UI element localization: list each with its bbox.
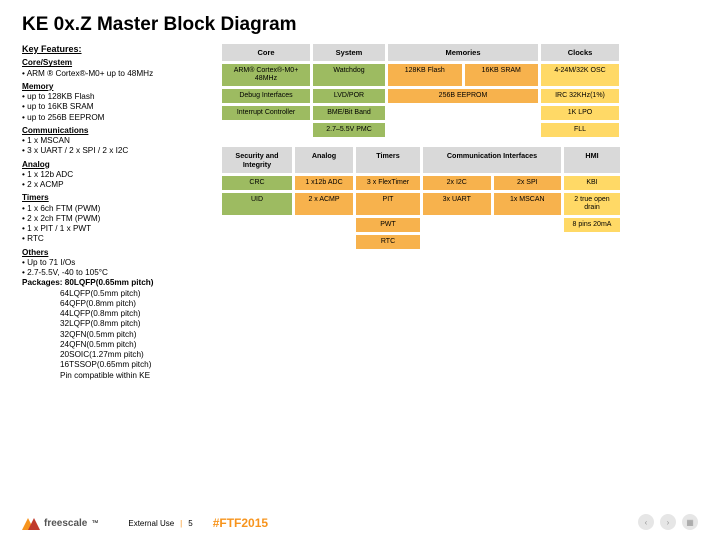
feature-item: • RTC (22, 234, 210, 244)
block-uart: 3x UART (423, 193, 491, 215)
timers-heading: Timers (22, 193, 210, 203)
block-eeprom: 256B EEPROM (388, 89, 538, 103)
col-header-analog: Analog (295, 147, 353, 173)
block-lvd: LVD/POR (313, 89, 385, 103)
feature-item: • up to 16KB SRAM (22, 102, 210, 112)
feature-item: • up to 256B EEPROM (22, 113, 210, 123)
nav-prev-button[interactable]: ‹ (638, 514, 654, 530)
col-header-timers: Timers (356, 147, 420, 173)
page-number: 5 (188, 519, 192, 528)
col-header-memories: Memories (388, 44, 538, 61)
block-uid: UID (222, 193, 292, 215)
feature-item: • 2.7-5.5V, -40 to 105°C (22, 268, 210, 278)
block-spi: 2x SPI (494, 176, 562, 190)
analog-heading: Analog (22, 160, 210, 170)
block-acmp: 2 x ACMP (295, 193, 353, 215)
col-header-core: Core (222, 44, 310, 61)
block-kbi: KBI (564, 176, 620, 190)
block-lpo: 1K LPO (541, 106, 619, 120)
block-diagram: Core System Memories Clocks ARM® Cortex®… (222, 44, 698, 381)
footer: freescale™ External Use | 5 #FTF2015 (22, 516, 698, 530)
block-flextimer: 3 x FlexTimer (356, 176, 420, 190)
feature-item: • up to 128KB Flash (22, 92, 210, 102)
block-irc: IRC 32KHz(1%) (541, 89, 619, 103)
features-heading: Key Features: (22, 44, 210, 55)
feature-item: • 1 x 12b ADC (22, 170, 210, 180)
block-sram: 16KB SRAM (465, 64, 539, 86)
core-heading: Core/System (22, 58, 210, 68)
brand-text: freescale (44, 518, 87, 529)
block-osc: 4-24M/32K OSC (541, 64, 619, 86)
feature-item: • Up to 71 I/Os (22, 258, 210, 268)
others-heading: Others (22, 248, 210, 258)
package-item: Pin compatible within KE (60, 371, 210, 381)
block-pwt: PWT (356, 218, 420, 232)
block-mscan: 1x MSCAN (494, 193, 562, 215)
col-header-comm: Communication Interfaces (423, 147, 561, 173)
block-20ma: 8 pins 20mA (564, 218, 620, 232)
logo-icon (22, 516, 40, 530)
package-item: 24QFN(0.5mm pitch) (60, 340, 210, 350)
col-header-clocks: Clocks (541, 44, 619, 61)
feature-item: • 1 x MSCAN (22, 136, 210, 146)
nav-next-button[interactable]: › (660, 514, 676, 530)
col-header-system: System (313, 44, 385, 61)
package-item: 44LQFP(0.8mm pitch) (60, 309, 210, 319)
package-item: 64QFP(0.8mm pitch) (60, 299, 210, 309)
feature-item: • 2 x 2ch FTM (PWM) (22, 214, 210, 224)
block-adc: 1 x12b ADC (295, 176, 353, 190)
block-rtc: RTC (356, 235, 420, 249)
feature-item: • 3 x UART / 2 x SPI / 2 x I2C (22, 146, 210, 156)
block-fll: FLL (541, 123, 619, 137)
memory-heading: Memory (22, 82, 210, 92)
package-item: 64LQFP(0.5mm pitch) (60, 289, 210, 299)
freescale-logo: freescale™ (22, 516, 98, 530)
block-flash: 128KB Flash (388, 64, 462, 86)
block-debug: Debug Interfaces (222, 89, 310, 103)
package-item: 20SOIC(1.27mm pitch) (60, 350, 210, 360)
package-item: 16TSSOP(0.65mm pitch) (60, 360, 210, 370)
feature-item: • ARM ® Cortex®-M0+ up to 48MHz (22, 69, 210, 79)
col-header-hmi: HMI (564, 147, 620, 173)
block-bme: BME/Bit Band (313, 106, 385, 120)
feature-list: Key Features: Core/System • ARM ® Cortex… (22, 44, 210, 381)
package-item: 32LQFP(0.8mm pitch) (60, 319, 210, 329)
block-interrupt: Interrupt Controller (222, 106, 310, 120)
package-item: 32QFN(0.5mm pitch) (60, 330, 210, 340)
block-pmc: 2.7–5.5V PMC (313, 123, 385, 137)
external-use-label: External Use (128, 519, 174, 528)
nav-grid-button[interactable]: ▦ (682, 514, 698, 530)
block-pit: PIT (356, 193, 420, 215)
block-watchdog: Watchdog (313, 64, 385, 86)
block-core-cpu: ARM® Cortex®-M0+ 48MHz (222, 64, 310, 86)
hashtag: #FTF2015 (213, 516, 268, 530)
packages-heading: Packages: 80LQFP(0.65mm pitch) (22, 278, 210, 288)
feature-item: • 1 x 6ch FTM (PWM) (22, 204, 210, 214)
block-opendrain: 2 true open drain (564, 193, 620, 215)
page-title: KE 0x.Z Master Block Diagram (22, 14, 698, 36)
block-crc: CRC (222, 176, 292, 190)
comm-heading: Communications (22, 126, 210, 136)
col-header-security: Security and Integrity (222, 147, 292, 173)
feature-item: • 2 x ACMP (22, 180, 210, 190)
feature-item: • 1 x PIT / 1 x PWT (22, 224, 210, 234)
block-i2c: 2x I2C (423, 176, 491, 190)
